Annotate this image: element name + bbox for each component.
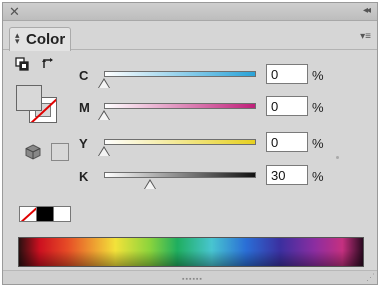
magenta-percent-label: % xyxy=(312,100,324,115)
panel-titlebar: ✕ ◂◂ xyxy=(3,3,377,21)
default-swatches-icon[interactable] xyxy=(15,57,29,71)
channel-label-m: M xyxy=(79,100,90,115)
close-icon[interactable]: ✕ xyxy=(9,4,20,20)
resize-grip-icon[interactable]: ▪▪▪▪▪▪ xyxy=(182,276,203,283)
magenta-slider-track[interactable] xyxy=(104,103,256,109)
black-slider-track[interactable] xyxy=(104,172,256,178)
tab-options-toggle-icon[interactable]: ▴ ▾ xyxy=(15,31,20,46)
panel-menu-icon[interactable]: ▾≡ xyxy=(360,31,371,42)
white-swatch-button[interactable] xyxy=(53,206,71,222)
tab-color-label: Color xyxy=(26,31,66,48)
magenta-value-input[interactable]: 0 xyxy=(266,96,308,116)
fill-swatch[interactable] xyxy=(16,85,42,111)
swap-arrows-icon[interactable] xyxy=(41,56,57,70)
tab-color[interactable]: ▴ ▾ Color xyxy=(9,27,71,51)
channel-label-c: C xyxy=(79,68,89,83)
yellow-value-input[interactable]: 0 xyxy=(266,132,308,152)
tab-row: ▴ ▾ Color ▾≡ xyxy=(3,22,377,51)
black-value-input[interactable]: 30 xyxy=(266,165,308,185)
decorative-dot xyxy=(336,156,339,159)
none-swatch-button[interactable] xyxy=(19,206,37,222)
magenta-slider-thumb[interactable] xyxy=(99,112,109,120)
resize-corner-icon[interactable]: ⋰ xyxy=(366,272,375,283)
collapse-panel-icon[interactable]: ◂◂ xyxy=(363,5,371,16)
yellow-percent-label: % xyxy=(312,136,324,151)
color-panel: ✕ ◂◂ ▴ ▾ Color ▾≡ C 0 % M 0 % Y 0 % K 30… xyxy=(2,2,378,285)
black-percent-label: % xyxy=(312,169,324,184)
black-slider-thumb[interactable] xyxy=(144,181,155,189)
cyan-value-input[interactable]: 0 xyxy=(266,64,308,84)
black-swatch-button[interactable] xyxy=(36,206,54,222)
channel-label-k: K xyxy=(79,169,89,184)
cyan-slider-track[interactable] xyxy=(104,71,256,77)
yellow-slider-track[interactable] xyxy=(104,139,256,145)
yellow-slider-thumb[interactable] xyxy=(99,148,109,156)
cube-icon[interactable] xyxy=(25,144,41,160)
cyan-slider-thumb[interactable] xyxy=(99,80,109,88)
channel-label-y: Y xyxy=(79,136,88,151)
web-safe-swatch[interactable] xyxy=(51,143,69,161)
panel-bottom-bar: ▪▪▪▪▪▪ ⋰ xyxy=(3,270,377,284)
color-spectrum-ramp[interactable] xyxy=(18,237,364,267)
cyan-percent-label: % xyxy=(312,68,324,83)
